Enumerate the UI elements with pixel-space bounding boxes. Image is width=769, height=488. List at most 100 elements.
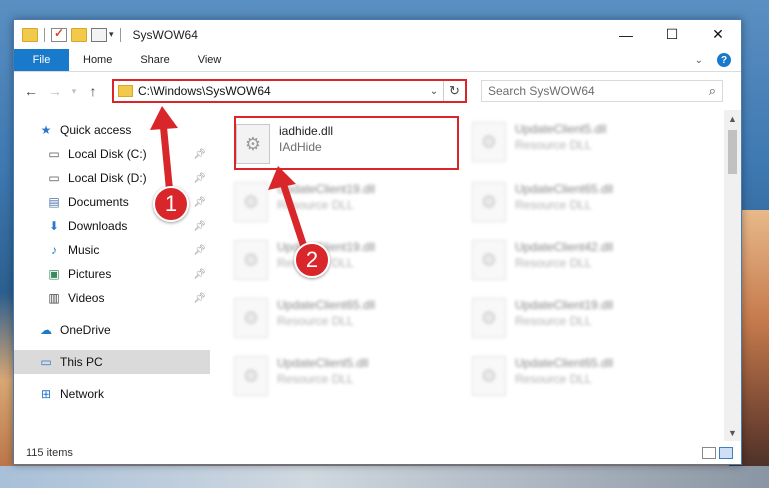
tab-share[interactable]: Share bbox=[126, 49, 183, 71]
file-item-iadhide[interactable]: ⚙ iadhide.dll IAdHide bbox=[234, 116, 459, 170]
pin-icon[interactable]: 📌︎ bbox=[193, 293, 206, 304]
nav-label: Quick access bbox=[60, 123, 132, 137]
nav-label: Videos bbox=[68, 291, 105, 305]
gear-file-icon: ⚙ bbox=[472, 240, 506, 280]
address-bar[interactable]: C:\Windows\SysWOW64 ⌄ ↻ bbox=[112, 79, 467, 103]
scroll-up-icon[interactable]: ▲ bbox=[724, 110, 741, 127]
folder-icon bbox=[118, 85, 133, 97]
scroll-thumb[interactable] bbox=[728, 130, 737, 174]
file-item[interactable]: ⚙ UpdateClient65.dll Resource DLL bbox=[472, 176, 697, 230]
file-item[interactable]: ⚙ UpdateClient19.dll Resource DLL bbox=[234, 234, 459, 288]
ribbon-tabs: File Home Share View ⌄ ? bbox=[14, 49, 741, 72]
gear-file-icon: ⚙ bbox=[234, 356, 268, 396]
chevron-down-icon[interactable]: ▾ bbox=[109, 29, 114, 40]
pin-icon[interactable]: 📌︎ bbox=[193, 221, 206, 232]
forward-button[interactable]: → bbox=[44, 80, 66, 102]
file-item[interactable]: ⚙ UpdateClient19.dll Resource DLL bbox=[472, 292, 697, 346]
properties-check-icon[interactable] bbox=[51, 26, 67, 42]
gear-file-icon: ⚙ bbox=[472, 356, 506, 396]
search-input[interactable]: Search SysWOW64 ⌕ bbox=[481, 80, 723, 102]
file-item[interactable]: ⚙ UpdateClient65.dll Resource DLL bbox=[234, 292, 459, 346]
pin-icon[interactable]: 📌︎ bbox=[193, 245, 206, 256]
gear-file-icon: ⚙ bbox=[472, 182, 506, 222]
nav-network[interactable]: ⊞ Network bbox=[14, 382, 210, 406]
help-icon[interactable]: ? bbox=[717, 53, 731, 67]
downloads-icon: ⬇ bbox=[48, 219, 60, 233]
file-description: Resource DLL bbox=[515, 314, 592, 328]
gear-file-icon: ⚙ bbox=[236, 124, 270, 164]
maximize-button[interactable]: ☐ bbox=[649, 20, 695, 49]
pin-icon[interactable]: 📌︎ bbox=[193, 197, 206, 208]
quick-access-toolbar: ▾ bbox=[14, 26, 123, 42]
file-item[interactable]: ⚙ UpdateClient65.dll Resource DLL bbox=[472, 350, 697, 404]
gear-file-icon: ⚙ bbox=[472, 122, 506, 162]
nav-this-pc[interactable]: ▭ This PC bbox=[14, 350, 210, 374]
desktop-background-bottom bbox=[0, 466, 769, 488]
cloud-icon: ☁ bbox=[40, 323, 52, 337]
up-button[interactable]: ↑ bbox=[82, 80, 104, 102]
minimize-button[interactable]: — bbox=[603, 20, 649, 49]
address-path[interactable]: C:\Windows\SysWOW64 bbox=[138, 84, 425, 98]
file-item[interactable]: ⚙ UpdateClient19.dll Resource DLL bbox=[234, 176, 459, 230]
pin-icon[interactable]: 📌︎ bbox=[193, 173, 206, 184]
nav-label: Downloads bbox=[68, 219, 128, 233]
pin-icon[interactable]: 📌︎ bbox=[193, 149, 206, 160]
music-icon: ♪ bbox=[51, 243, 57, 257]
nav-quick-access[interactable]: ★ Quick access bbox=[14, 118, 210, 142]
file-description: Resource DLL bbox=[515, 138, 592, 152]
refresh-button[interactable]: ↻ bbox=[443, 81, 465, 101]
search-placeholder: Search SysWOW64 bbox=[488, 84, 595, 98]
customize-icon[interactable] bbox=[91, 27, 107, 42]
nav-local-disk-d[interactable]: ▭ Local Disk (D:) 📌︎ bbox=[14, 166, 210, 190]
file-name: UpdateClient65.dll bbox=[515, 356, 614, 370]
nav-videos[interactable]: ▥ Videos 📌︎ bbox=[14, 286, 210, 310]
file-description: Resource DLL bbox=[515, 198, 592, 212]
window-controls: — ☐ ✕ bbox=[603, 20, 741, 49]
pictures-icon: ▣ bbox=[48, 267, 60, 281]
details-view-icon[interactable] bbox=[702, 446, 716, 459]
new-folder-icon[interactable] bbox=[71, 27, 87, 42]
vertical-scrollbar[interactable]: ▲ ▼ bbox=[724, 110, 741, 441]
status-bar: 115 items bbox=[14, 441, 741, 464]
nav-label: Local Disk (D:) bbox=[68, 171, 147, 185]
file-name: UpdateClient65.dll bbox=[277, 298, 376, 312]
nav-onedrive[interactable]: ☁ OneDrive bbox=[14, 318, 210, 342]
large-icons-view-icon[interactable] bbox=[719, 446, 733, 459]
tab-file[interactable]: File bbox=[14, 49, 69, 71]
gear-file-icon: ⚙ bbox=[234, 298, 268, 338]
file-description: IAdHide bbox=[279, 140, 322, 154]
file-item[interactable]: ⚙ UpdateClient42.dll Resource DLL bbox=[472, 234, 697, 288]
nav-label: Music bbox=[68, 243, 100, 257]
nav-local-disk-c[interactable]: ▭ Local Disk (C:) 📌︎ bbox=[14, 142, 210, 166]
file-name: UpdateClient65.dll bbox=[515, 182, 614, 196]
address-row: ← → ▾ ↑ C:\Windows\SysWOW64 ⌄ ↻ Search S… bbox=[14, 72, 741, 110]
tab-home[interactable]: Home bbox=[69, 49, 126, 71]
file-name: UpdateClient19.dll bbox=[277, 182, 376, 196]
documents-icon: ▤ bbox=[48, 195, 60, 209]
nav-label: Network bbox=[60, 387, 105, 401]
expand-ribbon-icon[interactable]: ⌄ bbox=[695, 55, 703, 66]
scroll-down-icon[interactable]: ▼ bbox=[724, 424, 741, 441]
drive-icon: ▭ bbox=[48, 171, 60, 185]
folder-icon bbox=[22, 27, 38, 42]
back-button[interactable]: ← bbox=[20, 80, 42, 102]
file-item[interactable]: ⚙ UpdateClient5.dll Resource DLL bbox=[472, 116, 697, 170]
search-icon[interactable]: ⌕ bbox=[709, 83, 716, 99]
close-button[interactable]: ✕ bbox=[695, 20, 741, 49]
file-description: Resource DLL bbox=[515, 372, 592, 386]
nav-pictures[interactable]: ▣ Pictures 📌︎ bbox=[14, 262, 210, 286]
nav-music[interactable]: ♪ Music 📌︎ bbox=[14, 238, 210, 262]
file-description: Resource DLL bbox=[515, 256, 592, 270]
file-item[interactable]: ⚙ UpdateClient5.dll Resource DLL bbox=[234, 350, 459, 404]
content-area: ★ Quick access ▭ Local Disk (C:) 📌︎ ▭ Lo… bbox=[14, 110, 741, 441]
recent-locations-button[interactable]: ▾ bbox=[68, 80, 80, 102]
file-list: ⚙ iadhide.dll IAdHide ⚙ UpdateClient5.dl… bbox=[210, 110, 741, 441]
nav-label: OneDrive bbox=[60, 323, 111, 337]
nav-label: This PC bbox=[60, 355, 103, 369]
chevron-down-icon[interactable]: ⌄ bbox=[425, 86, 443, 97]
nav-label: Local Disk (C:) bbox=[68, 147, 147, 161]
tab-view[interactable]: View bbox=[184, 49, 236, 71]
window-title: SysWOW64 bbox=[132, 27, 198, 42]
pin-icon[interactable]: 📌︎ bbox=[193, 269, 206, 280]
star-icon: ★ bbox=[40, 123, 52, 137]
